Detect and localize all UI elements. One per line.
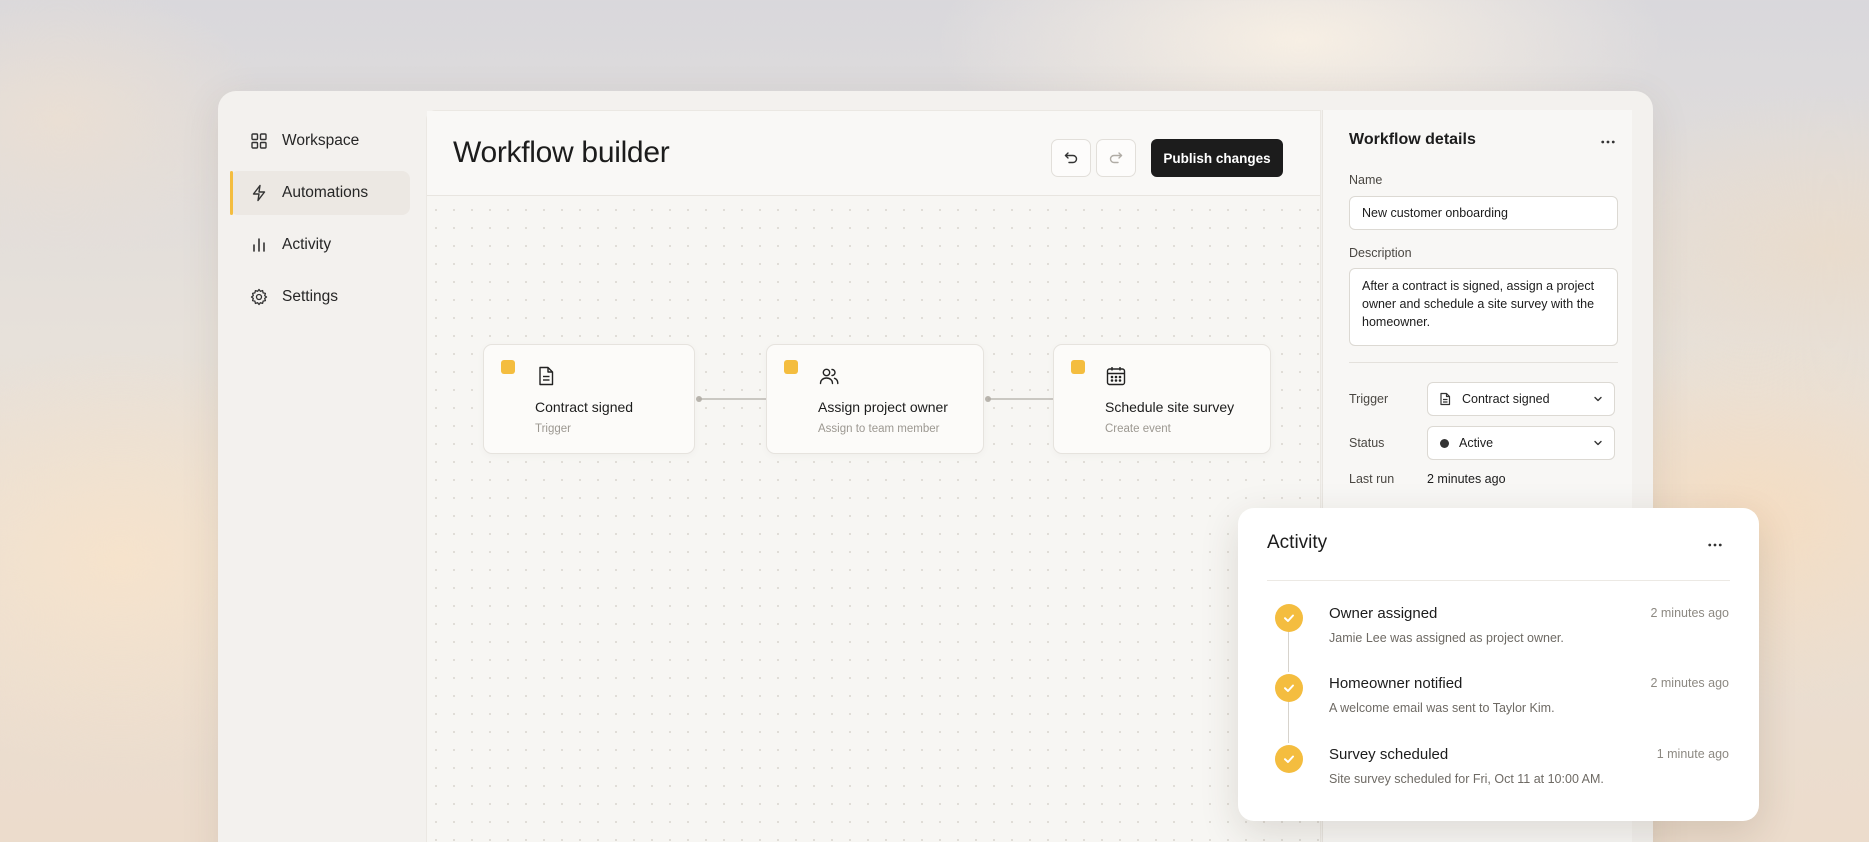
node-status-marker [784,360,798,374]
activity-item-title: Homeowner notified [1329,675,1463,692]
sidebar-item-automations[interactable]: Automations [230,171,410,215]
redo-icon [1108,150,1124,166]
node-title: Contract signed [535,399,634,415]
trigger-label: Trigger [1349,392,1389,406]
undo-icon [1063,150,1079,166]
bar-chart-icon [250,236,268,254]
activity-item-description: Jamie Lee was assigned as project owner. [1329,631,1564,645]
name-label: Name [1349,173,1383,187]
status-dot [1440,438,1449,448]
document-icon [535,365,557,387]
activity-item-title: Owner assigned [1329,605,1438,622]
activity-item[interactable]: Homeowner notified A welcome email was s… [1238,674,1759,734]
publish-changes-button[interactable]: Publish changes [1151,139,1283,177]
check-icon [1275,745,1303,773]
activity-item-title: Survey scheduled [1329,746,1449,763]
sidebar-item-label: Activity [282,236,332,253]
activity-item-description: Site survey scheduled for Fri, Oct 11 at… [1329,772,1604,786]
activity-title: Activity [1267,532,1328,553]
calendar-icon [1105,365,1127,387]
sidebar-item-settings[interactable]: Settings [230,275,410,319]
activity-item-time: 2 minutes ago [1650,676,1729,690]
node-subtitle: Trigger [535,423,571,435]
sidebar-item-label: Automations [282,184,369,201]
divider [1267,580,1730,581]
more-options-icon[interactable] [1704,534,1726,556]
node-subtitle: Assign to team member [818,423,940,435]
workflow-node-contract-signed[interactable]: Contract signed Trigger [483,344,695,454]
node-subtitle: Create event [1105,423,1171,435]
sidebar-item-label: Settings [282,288,339,305]
trigger-select[interactable]: Contract signed [1427,382,1615,416]
activity-item-time: 2 minutes ago [1650,606,1729,620]
description-field[interactable]: After a contract is signed, assign a pro… [1349,268,1618,346]
main-header: Workflow builder Publish changes [427,111,1320,196]
last-run-label: Last run [1349,472,1395,486]
activity-item-time: 1 minute ago [1656,747,1729,761]
lightning-icon [250,184,268,202]
chevron-down-icon [1592,437,1604,449]
status-label: Status [1349,436,1385,450]
node-title: Schedule site survey [1105,399,1235,415]
users-icon [818,365,840,387]
check-icon [1275,674,1303,702]
divider [1349,362,1618,363]
trigger-value: Contract signed [1462,392,1550,406]
document-icon [1438,392,1452,406]
activity-card: Activity Owner assigned Jamie Lee was as… [1238,508,1759,821]
workflow-canvas[interactable]: Workflow builder Publish changes Contrac… [426,110,1321,842]
check-icon [1275,604,1303,632]
node-status-marker [501,360,515,374]
sidebar-item-workspace[interactable]: Workspace [230,119,410,163]
node-title: Assign project owner [818,399,948,415]
description-label: Description [1349,246,1412,260]
node-status-marker [1071,360,1085,374]
sidebar: Workspace Automations Activity Settings [230,119,410,327]
undo-button[interactable] [1051,139,1091,177]
activity-item[interactable]: Owner assigned Jamie Lee was assigned as… [1238,604,1759,664]
activity-item[interactable]: Survey scheduled Site survey scheduled f… [1238,745,1759,805]
redo-button[interactable] [1096,139,1136,177]
details-title: Workflow details [1349,131,1476,148]
gear-icon [250,288,268,306]
sidebar-item-label: Workspace [282,132,360,149]
page-title: Workflow builder [453,136,670,169]
more-options-icon[interactable] [1597,131,1619,153]
grid-icon [250,132,268,150]
activity-item-description: A welcome email was sent to Taylor Kim. [1329,701,1555,715]
workflow-node-schedule-survey[interactable]: Schedule site survey Create event [1053,344,1271,454]
status-select[interactable]: Active [1427,426,1615,460]
chevron-down-icon [1592,393,1604,405]
last-run-value: 2 minutes ago [1427,472,1506,486]
name-field[interactable]: New customer onboarding [1349,196,1618,230]
status-value: Active [1459,436,1494,450]
workflow-node-assign-owner[interactable]: Assign project owner Assign to team memb… [766,344,984,454]
sidebar-item-activity[interactable]: Activity [230,223,410,267]
